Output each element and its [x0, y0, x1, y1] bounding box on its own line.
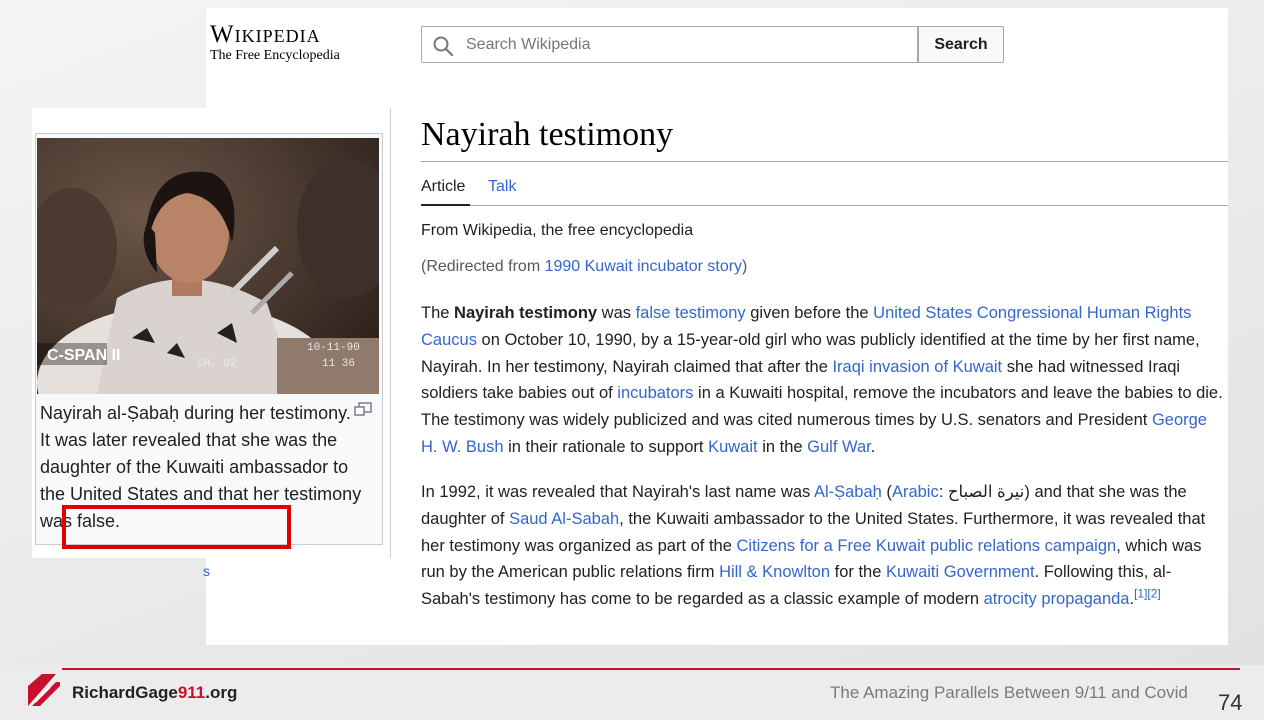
- paragraph-text: The: [421, 304, 455, 322]
- wikipedia-tagline: The Free Encyclopedia: [210, 48, 340, 63]
- redirect-notice: (Redirected from 1990 Kuwait incubator s…: [421, 258, 747, 276]
- presentation-title: The Amazing Parallels Between 9/11 and C…: [830, 683, 1188, 702]
- title-divider: [421, 161, 1228, 162]
- bold-term: Nayirah testimony: [454, 304, 598, 322]
- search-icon: [433, 36, 454, 57]
- article-link[interactable]: incubators: [617, 384, 693, 402]
- paragraph-text: for the: [830, 563, 886, 582]
- article-link[interactable]: Saud Al-Sabah: [509, 510, 619, 528]
- richardgage-logo-icon: [28, 674, 60, 706]
- active-tab-indicator: [421, 204, 470, 206]
- brand-name-part2: 911: [177, 683, 206, 702]
- highlight-annotation-box: [62, 505, 291, 549]
- brand-name-part3: .org: [205, 683, 238, 702]
- redirect-suffix: ): [742, 258, 748, 275]
- paragraph-text: given before the: [745, 304, 874, 322]
- photo-time-overlay: 11 36: [322, 358, 355, 370]
- article-link[interactable]: Citizens for a Free Kuwait public relati…: [737, 537, 1117, 555]
- paragraph-text: was: [597, 304, 636, 322]
- tab-talk[interactable]: Talk: [488, 178, 516, 196]
- testimony-photo-drawing: C-SPAN II 10-11-90 CH. 02 11 36: [37, 138, 379, 394]
- search-button[interactable]: Search: [918, 26, 1004, 63]
- photo-channel-overlay: CH. 02: [197, 358, 237, 370]
- page-title: Nayirah testimony: [421, 116, 674, 153]
- tabs-divider: [421, 205, 1228, 206]
- testimony-photo[interactable]: C-SPAN II 10-11-90 CH. 02 11 36: [37, 138, 379, 394]
- article-link[interactable]: atrocity propaganda: [984, 590, 1130, 608]
- paragraph-text: In 1992, it was revealed that Nayirah's …: [421, 483, 814, 501]
- paragraph-text: in their rationale to support: [503, 437, 709, 456]
- paragraph-text: .: [870, 437, 876, 456]
- footer-divider: [62, 668, 1240, 670]
- article-link[interactable]: Gulf War: [807, 438, 871, 456]
- article-link[interactable]: Kuwaiti Government: [886, 563, 1035, 581]
- slide-number: 74: [1218, 690, 1243, 715]
- wikipedia-wordmark: Wikipedia: [210, 21, 321, 48]
- wikipedia-logo[interactable]: Wikipedia The Free Encyclopedia: [210, 22, 340, 64]
- redirect-link[interactable]: 1990 Kuwait incubator story: [545, 258, 742, 275]
- cropped-link-fragment: s: [203, 563, 210, 579]
- article-link[interactable]: Al-Ṣabaḥ: [814, 483, 882, 501]
- article-link[interactable]: Arabic: [892, 483, 939, 501]
- brand-name: RichardGage911.org: [72, 683, 237, 703]
- paragraph-text: in the: [757, 437, 808, 456]
- search-box[interactable]: [421, 26, 918, 63]
- article-link[interactable]: Kuwait: [708, 438, 758, 456]
- photo-date-overlay: 10-11-90: [307, 342, 360, 354]
- article-link[interactable]: Iraqi invasion of Kuwait: [832, 358, 1002, 376]
- article-paragraph-1: The Nayirah testimony was false testimon…: [421, 300, 1226, 461]
- article-link[interactable]: false testimony: [636, 304, 746, 322]
- redirect-prefix: (Redirected from: [421, 258, 545, 275]
- search-input[interactable]: [466, 27, 906, 62]
- site-tagline: From Wikipedia, the free encyclopedia: [421, 222, 694, 239]
- article-paragraph-2: In 1992, it was revealed that Nayirah's …: [421, 479, 1226, 613]
- tab-article[interactable]: Article: [421, 178, 465, 196]
- citation-link[interactable]: [1][2]: [1134, 587, 1161, 601]
- cspan-logo: C-SPAN II: [47, 347, 120, 364]
- brand-name-part1: RichardGage: [72, 683, 178, 702]
- paragraph-text: (: [881, 483, 892, 501]
- article-link[interactable]: Hill & Knowlton: [719, 563, 830, 581]
